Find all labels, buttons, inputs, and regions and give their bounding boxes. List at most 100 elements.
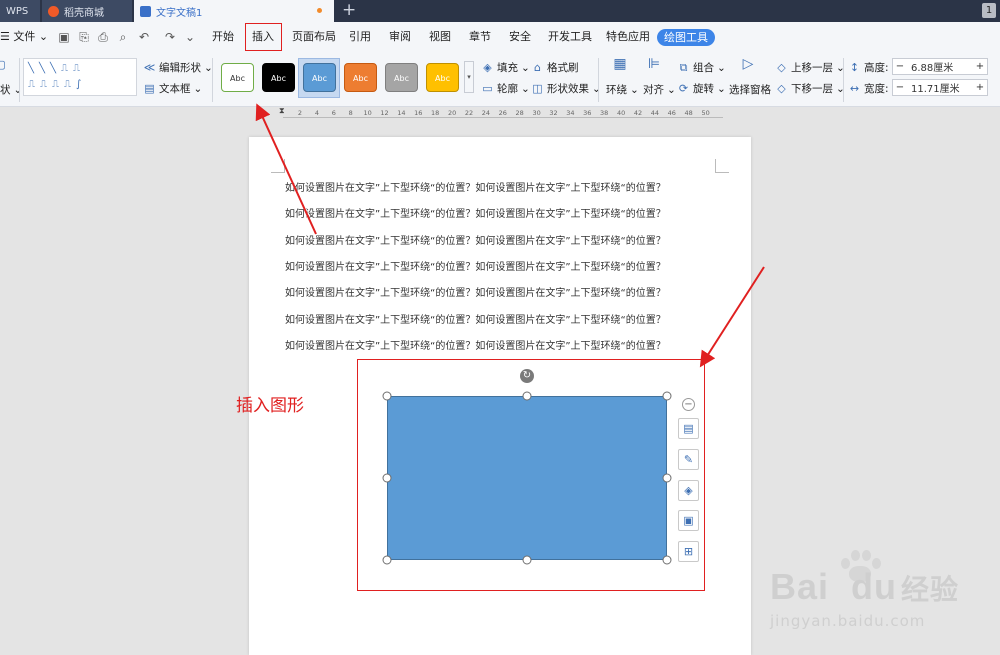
selection-pane-icon-button[interactable]: ▷ [739,56,757,74]
resize-handle[interactable] [382,555,392,565]
height-increase-button[interactable]: + [973,61,987,72]
print-preview-icon[interactable]: ⌕ [116,30,130,44]
document-text-line: 如何设置图片在文字”上下型环绕“的位置？如何设置图片在文字”上下型环绕“的位置？ [285,261,666,273]
resize-handle[interactable] [662,473,672,483]
ribbon-separator [843,58,844,102]
shape-style-5[interactable]: Abc [385,63,418,92]
wrap-icon[interactable]: ▦ [611,57,629,74]
group-button[interactable]: ⧉ 组合 ⌄ [677,60,726,75]
bring-forward-label: 上移一层 [791,62,833,74]
edit-shape-button[interactable]: ≪ 编辑形状 ⌄ [143,60,213,75]
align-objects-icon: ⊫ [647,56,661,72]
tab-docer-store[interactable]: 稻壳商城 [42,0,132,22]
horizontal-ruler[interactable]: ⧗ 2 4 6 8 10 12 14 16 18 20 22 24 26 28 30 32 34 36 38 40 42… [279,107,723,120]
shape-outline-quick-button[interactable]: ✎ [678,449,699,470]
resize-handle[interactable] [662,391,672,401]
shape-style-4[interactable]: Abc [344,63,377,92]
bring-forward-button[interactable]: ◇ 上移一层 ⌄ [775,60,845,75]
ruler-tick-label: 12 [380,109,389,117]
shape-more-quick-button[interactable]: ⊞ [678,541,699,562]
shape-style-6[interactable]: Abc [426,63,459,92]
shape-frame-quick-button[interactable]: ▣ [678,510,699,531]
shape-style-3[interactable]: Abc [303,63,336,92]
ruler-tick-label: 48 [684,109,693,117]
ruler-tick-label: 40 [616,109,626,117]
watermark-brand: Bai du 经验 [770,566,959,608]
unsaved-dot-icon [317,8,322,13]
ruler-indent-marker-icon[interactable]: ⧗ [279,107,287,118]
menu-file-label: 文件 [13,30,36,43]
menu-view[interactable]: 视图 [429,22,451,52]
format-painter-button[interactable]: ⌂ 格式刷 [531,60,579,75]
watermark-url: jingyan.baidu.com [770,612,926,630]
text-box-button[interactable]: ▤ 文本框 ⌄ [143,81,202,96]
menu-review[interactable]: 审阅 [389,22,411,52]
menu-home[interactable]: 开始 [212,22,234,52]
line-shapes-gallery[interactable]: ╲╲╲⎍⎍ ⎍⎍⎍⎍∫ [23,58,137,96]
width-spinner[interactable]: − 11.71厘米 + [892,79,988,96]
menu-security[interactable]: 安全 [509,22,531,52]
ribbon-separator [19,58,20,102]
tab-store-label: 稻壳商城 [64,7,104,19]
save-icon[interactable]: ▣ [57,30,71,44]
resize-handle[interactable] [522,555,532,565]
style-gallery-more-icon[interactable]: ▾ [464,61,474,93]
selection-pane-icon: ▷ [742,56,754,72]
align-button[interactable]: 对齐 ⌄ [643,82,676,97]
shape-effects-button[interactable]: ◫ 形状效果 ⌄ [531,81,601,96]
outline-button[interactable]: ▭ 轮廓 ⌄ [481,81,530,96]
ribbon-separator [598,58,599,102]
resize-handle[interactable] [522,391,532,401]
tab-document[interactable]: 文字文稿1 [134,0,334,22]
resize-handle[interactable] [662,555,672,565]
window-count-badge[interactable]: 1 [982,3,996,18]
undo-icon[interactable]: ↶ [137,30,151,44]
ruler-tick-label: 46 [667,109,676,117]
menu-file[interactable]: ☰ 文件 ⌄ [0,22,48,52]
send-backward-button[interactable]: ◇ 下移一层 ⌄ [775,81,845,96]
resize-handle[interactable] [382,473,392,483]
print-icon[interactable]: ⎙ [96,30,110,44]
layout-options-button[interactable]: ▤ [678,418,699,439]
rotate-label: 旋转 [693,83,714,95]
margin-corner-marker [271,159,285,173]
resize-handle[interactable] [382,391,392,401]
format-painter-icon[interactable]: ⎘ [77,30,91,44]
fill-label: 填充 [497,62,518,74]
ruler-tick-label: 16 [414,109,423,117]
menu-developer-tools[interactable]: 开发工具 [548,22,592,52]
selection-pane-button[interactable]: 选择窗格 [729,82,771,97]
collapse-toolbar-icon[interactable]: − [682,398,695,411]
inserted-rectangle-shape[interactable] [387,396,667,560]
new-tab-button[interactable]: + [342,0,356,22]
tab-wps-home[interactable]: WPS [0,0,40,22]
height-icon: ↕ [849,61,860,74]
menu-section[interactable]: 章节 [469,22,491,52]
layout-options-icon: ▤ [683,422,694,435]
menu-page-layout[interactable]: 页面布局 [292,22,336,52]
customize-toolbar-icon[interactable]: ⌄ [183,30,197,44]
height-decrease-button[interactable]: − [893,61,907,72]
shape-fill-quick-button[interactable]: ◈ [678,480,699,501]
height-value[interactable]: 6.88厘米 [907,59,973,74]
menu-drawing-tools[interactable]: 绘图工具 [657,29,715,46]
width-label-text: 宽度: [864,83,889,95]
rotate-button[interactable]: ⟳ 旋转 ⌄ [677,81,726,96]
shape-style-1[interactable]: Abc [221,63,254,92]
ribbon-separator [212,58,213,102]
menu-references[interactable]: 引用 [349,22,371,52]
fill-button[interactable]: ◈ 填充 ⌄ [481,60,530,75]
shape-effects-icon: ◫ [532,82,543,95]
bring-forward-icon: ◇ [777,61,786,74]
shape-picker-button[interactable]: ▢ [0,58,7,71]
rotate-handle-icon[interactable]: ↻ [520,369,534,383]
menu-special-apps[interactable]: 特色应用 [606,22,650,52]
height-spinner[interactable]: − 6.88厘米 + [892,58,988,75]
shape-style-2[interactable]: Abc [262,63,295,92]
align-icon[interactable]: ⊫ [645,56,663,74]
width-value[interactable]: 11.71厘米 [907,80,973,95]
width-decrease-button[interactable]: − [893,82,907,93]
wrap-button[interactable]: 环绕 ⌄ [606,82,639,97]
width-increase-button[interactable]: + [973,82,987,93]
redo-icon[interactable]: ↷ [163,30,177,44]
